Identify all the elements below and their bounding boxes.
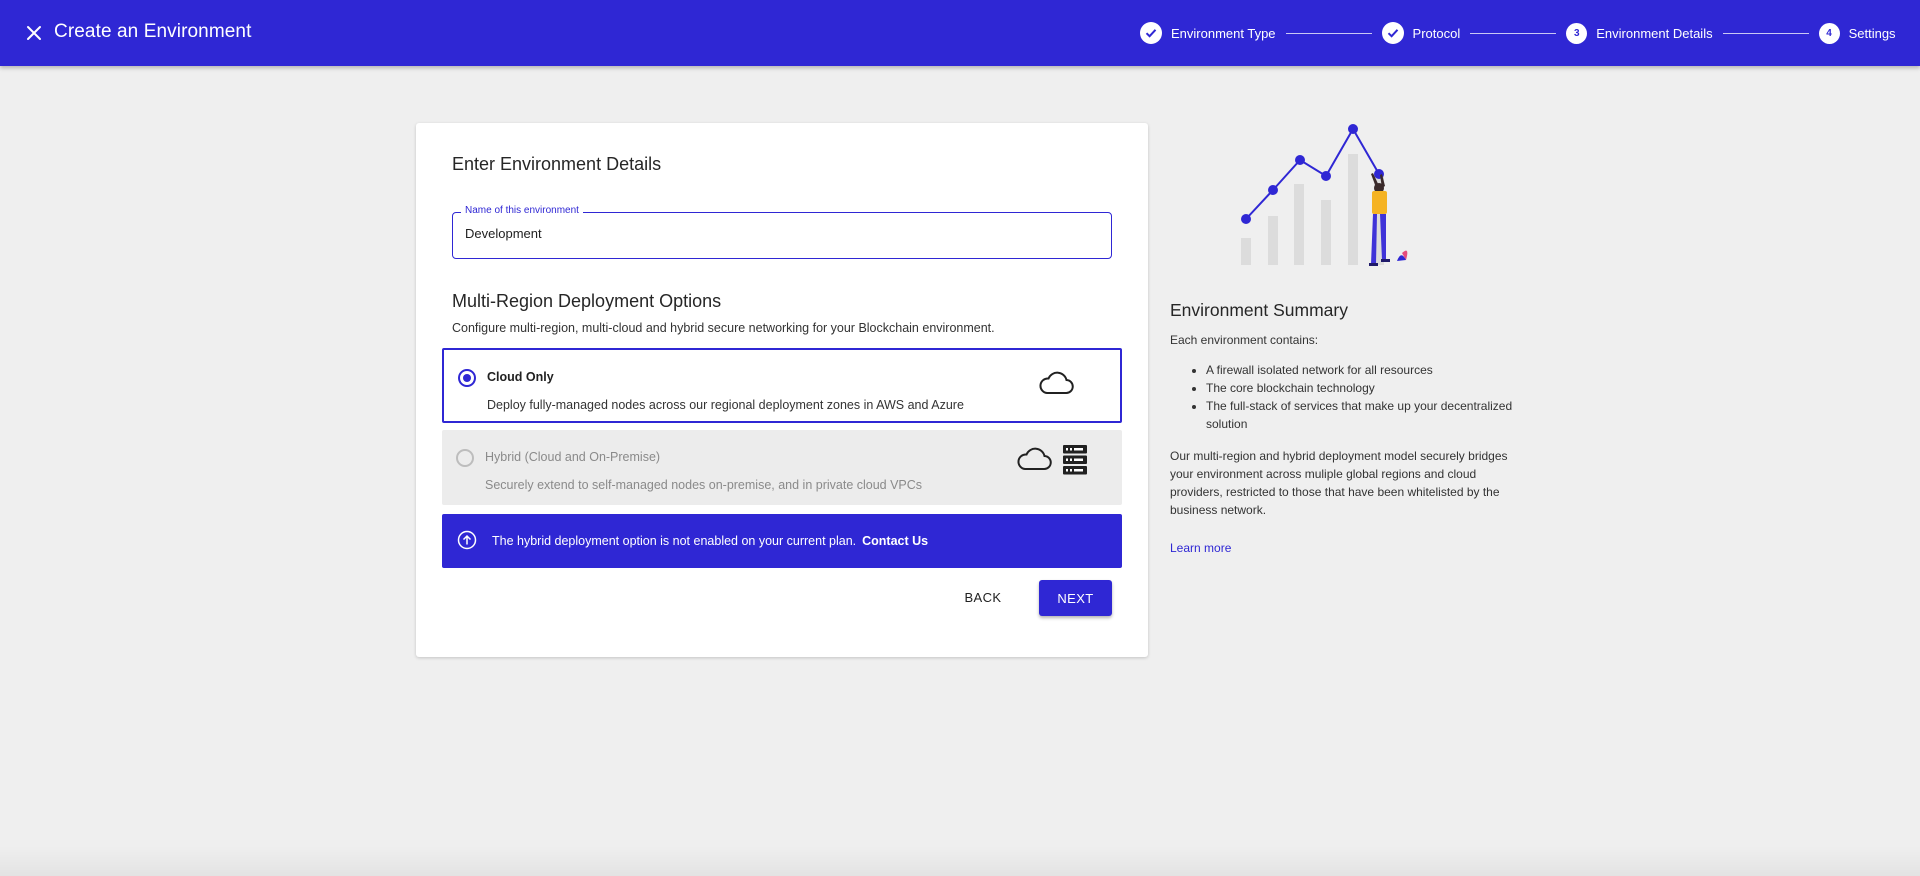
environment-summary: Environment Summary Each environment con…	[1170, 300, 1520, 557]
step-settings[interactable]: 4 Settings	[1818, 22, 1896, 44]
upgrade-arrow-icon	[457, 530, 477, 550]
step-label: Environment Details	[1596, 25, 1713, 41]
option-description: Securely extend to self-managed nodes on…	[485, 478, 923, 492]
page-title: Create an Environment	[54, 21, 252, 42]
summary-intro: Each environment contains:	[1170, 333, 1319, 347]
radio-hybrid[interactable]	[456, 449, 474, 467]
list-item: The full-stack of services that make up …	[1206, 397, 1520, 433]
environment-details-card: Enter Environment Details Name of this e…	[416, 123, 1148, 657]
environment-name-field[interactable]: Name of this environment	[452, 205, 1112, 259]
radio-cloud-only[interactable]	[458, 369, 476, 387]
list-item: A firewall isolated network for all reso…	[1206, 361, 1520, 379]
list-item: The core blockchain technology	[1206, 379, 1520, 397]
check-icon	[1381, 22, 1404, 44]
banner-text: The hybrid deployment option is not enab…	[492, 534, 857, 548]
summary-list: A firewall isolated network for all reso…	[1170, 361, 1520, 433]
option-hybrid[interactable]: Hybrid (Cloud and On-Premise) Securely e…	[442, 430, 1122, 505]
option-description: Deploy fully-managed nodes across our re…	[487, 398, 964, 412]
environment-name-input[interactable]	[465, 226, 1085, 241]
learn-more-link[interactable]: Learn more	[1170, 541, 1231, 555]
option-title: Hybrid (Cloud and On-Premise)	[485, 450, 661, 464]
summary-paragraph: Our multi-region and hybrid deployment m…	[1170, 449, 1508, 517]
step-connector	[1470, 32, 1557, 34]
summary-title: Environment Summary	[1170, 300, 1348, 320]
step-connector	[1722, 32, 1809, 34]
deployment-description: Configure multi-region, multi-cloud and …	[452, 321, 995, 335]
step-environment-type[interactable]: Environment Type	[1140, 22, 1276, 44]
stepper: Environment Type Protocol 3 Environment …	[1140, 20, 1896, 46]
banner-text-wrap: The hybrid deployment option is not enab…	[492, 534, 928, 548]
step-environment-details[interactable]: 3 Environment Details	[1566, 22, 1713, 44]
option-cloud-only[interactable]: Cloud Only Deploy fully-managed nodes ac…	[442, 348, 1122, 423]
server-icon	[1063, 445, 1087, 475]
card-heading: Enter Environment Details	[452, 154, 662, 174]
option-title: Cloud Only	[487, 370, 554, 384]
contact-us-link[interactable]: Contact Us	[862, 534, 928, 548]
field-label: Name of this environment	[461, 205, 583, 216]
check-icon	[1140, 22, 1162, 44]
bottom-shade	[0, 846, 1920, 876]
deployment-title: Multi-Region Deployment Options	[452, 291, 722, 311]
growth-chart-illustration	[1241, 124, 1408, 266]
step-label: Settings	[1848, 25, 1896, 41]
cloud-icon	[1039, 371, 1074, 395]
step-connector	[1285, 32, 1372, 34]
step-number: 3	[1566, 22, 1588, 44]
step-label: Protocol	[1412, 25, 1461, 41]
next-button[interactable]: NEXT	[1039, 580, 1112, 616]
close-icon[interactable]	[22, 21, 46, 45]
step-protocol[interactable]: Protocol	[1381, 22, 1461, 44]
upgrade-banner: The hybrid deployment option is not enab…	[442, 514, 1122, 568]
back-button[interactable]: BACK	[956, 580, 1010, 615]
step-label: Environment Type	[1171, 25, 1276, 41]
cloud-icon	[1017, 447, 1052, 471]
app-bar: Create an Environment Environment Type P…	[0, 0, 1920, 66]
step-number: 4	[1818, 22, 1840, 44]
